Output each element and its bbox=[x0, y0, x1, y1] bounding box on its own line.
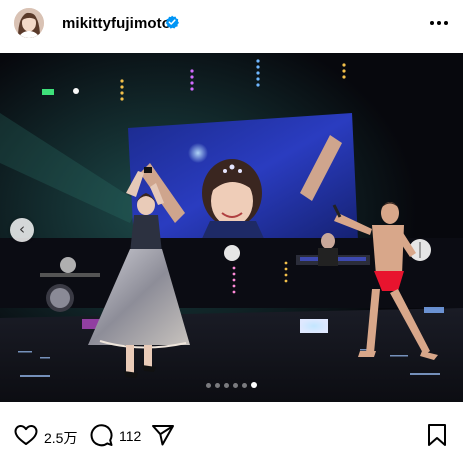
carousel-previous-button[interactable]: ‹ bbox=[10, 218, 34, 242]
verified-badge-icon bbox=[165, 15, 179, 29]
carousel-dot bbox=[215, 382, 220, 388]
comment-count[interactable]: 112 bbox=[119, 428, 141, 444]
concert-photo bbox=[0, 53, 463, 402]
bookmark-icon[interactable] bbox=[426, 422, 448, 448]
username[interactable]: mikittyfujimoto bbox=[62, 15, 171, 32]
more-options-icon[interactable] bbox=[428, 13, 450, 33]
send-icon[interactable] bbox=[150, 422, 176, 448]
avatar-icon bbox=[14, 8, 44, 38]
carousel-dot bbox=[206, 382, 211, 388]
carousel-dot bbox=[224, 382, 229, 388]
post-header: mikittyfujimoto bbox=[0, 0, 463, 52]
carousel-dot-active bbox=[251, 382, 257, 388]
chevron-left-icon: ‹ bbox=[19, 220, 25, 238]
post-media[interactable]: ‹ bbox=[0, 53, 463, 402]
post-actions: 2.5万 112 bbox=[0, 402, 463, 454]
like-count[interactable]: 2.5万 bbox=[44, 428, 77, 448]
avatar[interactable] bbox=[14, 8, 44, 38]
carousel-dot bbox=[242, 382, 247, 388]
carousel-indicator bbox=[0, 382, 463, 392]
heart-icon[interactable] bbox=[13, 422, 39, 448]
carousel-dot bbox=[233, 382, 238, 388]
comment-icon[interactable] bbox=[88, 422, 114, 448]
